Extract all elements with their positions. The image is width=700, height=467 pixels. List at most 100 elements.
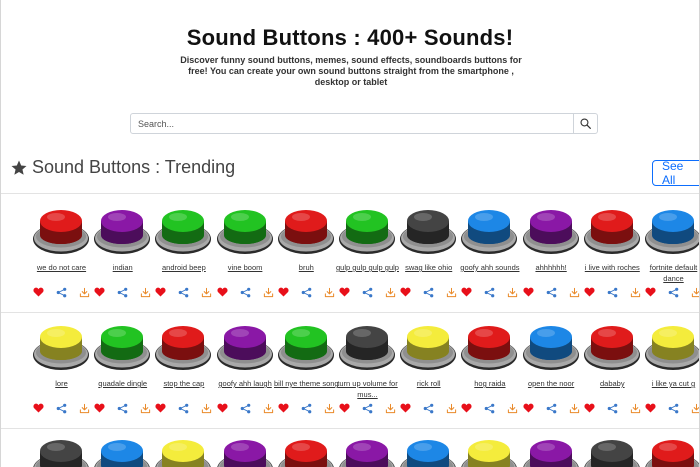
search-input[interactable] [131,114,573,133]
heart-icon[interactable] [155,287,166,297]
sound-play-button[interactable] [399,323,457,373]
download-icon[interactable] [385,287,396,298]
heart-icon[interactable] [461,287,472,297]
sound-play-button[interactable] [93,323,151,373]
share-icon[interactable] [546,287,557,298]
sound-label[interactable]: quadale dingle [88,378,157,389]
sound-label[interactable]: gulp gulp gulp gulp [333,262,402,273]
sound-play-button[interactable] [399,207,457,257]
share-icon[interactable] [607,287,618,298]
sound-play-button[interactable] [522,437,580,467]
sound-play-button[interactable] [216,323,274,373]
sound-play-button[interactable] [460,437,518,467]
download-icon[interactable] [201,403,212,414]
share-icon[interactable] [301,287,312,298]
share-icon[interactable] [117,403,128,414]
heart-icon[interactable] [278,287,289,297]
sound-label[interactable]: turn up volume for mus... [333,378,402,400]
sound-play-button[interactable] [32,207,90,257]
sound-play-button[interactable] [154,437,212,467]
heart-icon[interactable] [400,287,411,297]
sound-play-button[interactable] [32,323,90,373]
sound-play-button[interactable] [399,437,457,467]
sound-label[interactable]: bill nye theme song [272,378,341,389]
heart-icon[interactable] [584,287,595,297]
sound-label[interactable]: indian [88,262,157,273]
sound-play-button[interactable] [460,207,518,257]
share-icon[interactable] [301,403,312,414]
share-icon[interactable] [668,287,679,298]
sound-play-button[interactable] [32,437,90,467]
download-icon[interactable] [507,403,518,414]
sound-label[interactable]: stop the cap [149,378,218,389]
download-icon[interactable] [691,403,700,414]
download-icon[interactable] [630,403,641,414]
heart-icon[interactable] [33,403,44,413]
download-icon[interactable] [263,403,274,414]
share-icon[interactable] [240,403,251,414]
sound-play-button[interactable] [522,207,580,257]
sound-play-button[interactable] [583,207,641,257]
download-icon[interactable] [324,403,335,414]
download-icon[interactable] [446,403,457,414]
heart-icon[interactable] [645,287,656,297]
sound-play-button[interactable] [338,323,396,373]
sound-play-button[interactable] [216,437,274,467]
sound-label[interactable]: vine boom [211,262,280,273]
sound-label[interactable]: android beep [149,262,218,273]
sound-play-button[interactable] [644,323,699,373]
heart-icon[interactable] [584,403,595,413]
sound-play-button[interactable] [522,323,580,373]
sound-label[interactable]: dababy [578,378,647,389]
download-icon[interactable] [630,287,641,298]
sound-label[interactable]: goofy ahh laugh [211,378,280,389]
heart-icon[interactable] [400,403,411,413]
share-icon[interactable] [423,403,434,414]
sound-play-button[interactable] [460,323,518,373]
sound-label[interactable]: i live with roches [578,262,647,273]
sound-play-button[interactable] [216,207,274,257]
heart-icon[interactable] [33,287,44,297]
download-icon[interactable] [507,287,518,298]
sound-play-button[interactable] [583,323,641,373]
share-icon[interactable] [56,403,67,414]
sound-label[interactable]: we do not care [27,262,96,273]
share-icon[interactable] [484,403,495,414]
sound-play-button[interactable] [154,323,212,373]
download-icon[interactable] [140,287,151,298]
share-icon[interactable] [362,287,373,298]
sound-play-button[interactable] [277,323,335,373]
share-icon[interactable] [423,287,434,298]
share-icon[interactable] [178,403,189,414]
sound-label[interactable]: swag like ohio [394,262,463,273]
share-icon[interactable] [484,287,495,298]
sound-play-button[interactable] [644,207,699,257]
download-icon[interactable] [201,287,212,298]
share-icon[interactable] [240,287,251,298]
heart-icon[interactable] [217,403,228,413]
sound-play-button[interactable] [277,207,335,257]
download-icon[interactable] [140,403,151,414]
sound-play-button[interactable] [93,207,151,257]
heart-icon[interactable] [217,287,228,297]
heart-icon[interactable] [339,287,350,297]
sound-play-button[interactable] [277,437,335,467]
download-icon[interactable] [79,287,90,298]
heart-icon[interactable] [339,403,350,413]
share-icon[interactable] [668,403,679,414]
see-all-button[interactable]: See All [652,159,699,187]
sound-label[interactable]: lore [27,378,96,389]
download-icon[interactable] [385,403,396,414]
share-icon[interactable] [178,287,189,298]
share-icon[interactable] [362,403,373,414]
download-icon[interactable] [324,287,335,298]
download-icon[interactable] [263,287,274,298]
search-button[interactable] [573,114,597,133]
share-icon[interactable] [607,403,618,414]
download-icon[interactable] [569,403,580,414]
sound-play-button[interactable] [93,437,151,467]
sound-play-button[interactable] [154,207,212,257]
heart-icon[interactable] [94,403,105,413]
sound-label[interactable]: ahhhhhh! [517,262,586,273]
download-icon[interactable] [79,403,90,414]
